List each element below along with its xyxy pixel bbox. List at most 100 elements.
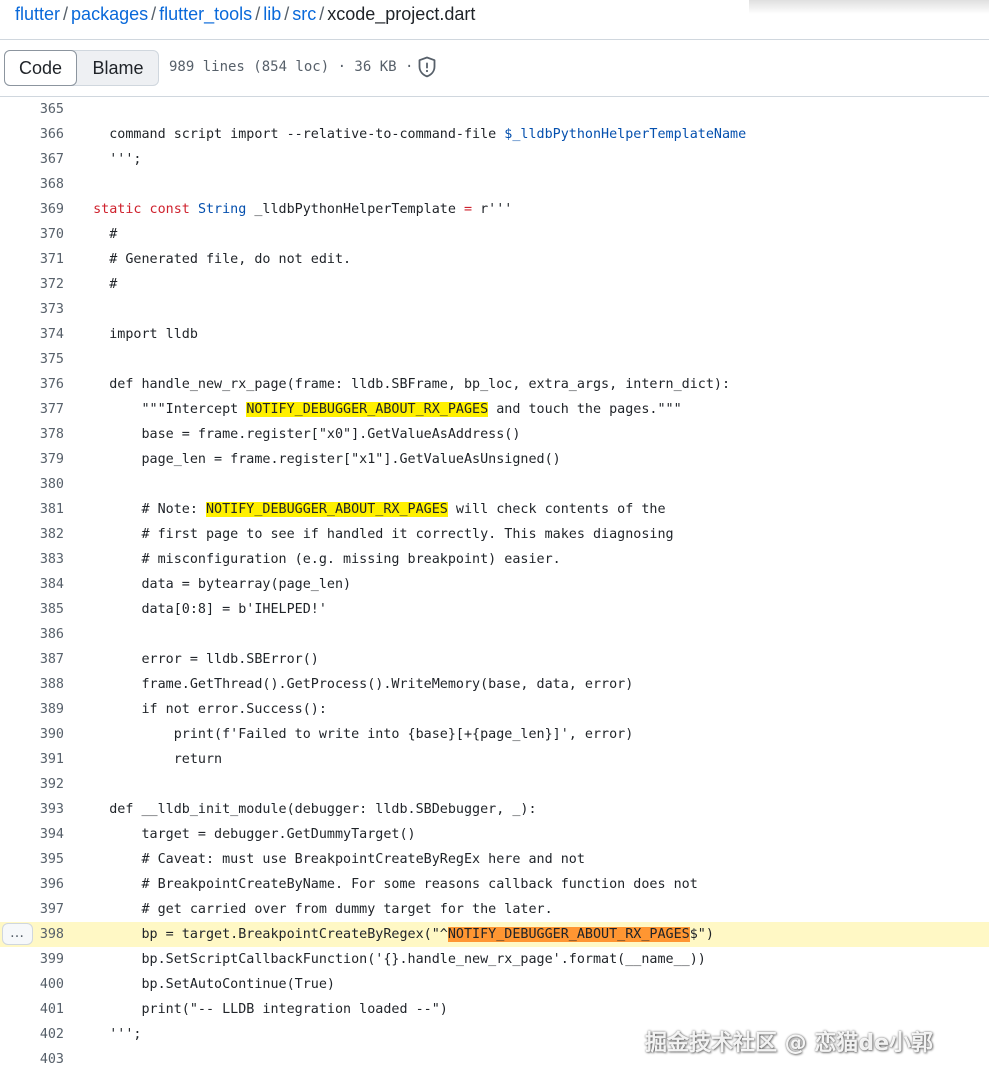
code-text: data = bytearray(page_len) [77,577,352,592]
code-text: # misconfiguration (e.g. missing breakpo… [77,552,561,567]
code-text: command script import --relative-to-comm… [77,127,747,142]
line-number[interactable]: 392 [0,772,64,797]
line-number[interactable]: 370 [0,222,64,247]
code-text: static const String _lldbPythonHelperTem… [93,202,513,217]
breadcrumb-link-src[interactable]: src [292,4,316,24]
code-text: frame.GetThread().GetProcess().WriteMemo… [77,677,634,692]
breadcrumb-link-flutter[interactable]: flutter [15,4,60,24]
line-number[interactable]: 393 [0,797,64,822]
code-text: base = frame.register["x0"].GetValueAsAd… [77,427,521,442]
line-number[interactable]: 377 [0,397,64,422]
code-line: 382 # first page to see if handled it co… [0,522,989,547]
code-line: 384 data = bytearray(page_len) [0,572,989,597]
code-line: 365 [0,97,989,122]
code-line: 373 [0,297,989,322]
code-line: 389 if not error.Success(): [0,697,989,722]
line-number[interactable]: 373 [0,297,64,322]
line-number[interactable]: 366 [0,122,64,147]
code-line: 383 # misconfiguration (e.g. missing bre… [0,547,989,572]
breadcrumb-current-file: xcode_project.dart [327,4,476,24]
code-line: 387 error = lldb.SBError() [0,647,989,672]
line-number[interactable]: 374 [0,322,64,347]
code-line: 392 [0,772,989,797]
line-number[interactable]: 375 [0,347,64,372]
code-line: 367 '''; [0,147,989,172]
code-line: 391 return [0,747,989,772]
code-text: bp.SetScriptCallbackFunction('{}.handle_… [77,952,706,967]
breadcrumb-link-lib[interactable]: lib [263,4,281,24]
line-number[interactable]: 368 [0,172,64,197]
line-number[interactable]: 391 [0,747,64,772]
code-line: 396 # BreakpointCreateByName. For some r… [0,872,989,897]
line-number[interactable]: 382 [0,522,64,547]
line-number[interactable]: 384 [0,572,64,597]
line-number[interactable]: 371 [0,247,64,272]
code-line: 395 # Caveat: must use BreakpointCreateB… [0,847,989,872]
code-line: 394 target = debugger.GetDummyTarget() [0,822,989,847]
line-number[interactable]: 372 [0,272,64,297]
code-text: print(f'Failed to write into {base}[+{pa… [77,727,634,742]
line-number[interactable]: 397 [0,897,64,922]
line-number[interactable]: 385 [0,597,64,622]
blame-view-button[interactable]: Blame [77,51,159,85]
line-number[interactable]: 396 [0,872,64,897]
code-line: 388 frame.GetThread().GetProcess().Write… [0,672,989,697]
code-text: '''; [77,152,142,167]
code-view-button[interactable]: Code [4,50,77,86]
code-text: data[0:8] = b'IHELPED!' [77,602,327,617]
line-number[interactable]: 365 [0,97,64,122]
line-number[interactable]: 403 [0,1047,64,1072]
breadcrumb-link-flutter-tools[interactable]: flutter_tools [159,4,252,24]
code-text: # get carried over from dummy target for… [77,902,553,917]
watermark: 掘金技术社区 @ 恋猫de小郭 [645,1031,933,1056]
code-view: 365 366 command script import --relative-… [0,97,989,1081]
line-number[interactable]: 402 [0,1022,64,1047]
line-number[interactable]: 401 [0,997,64,1022]
line-number[interactable]: 386 [0,622,64,647]
code-line: 390 print(f'Failed to write into {base}[… [0,722,989,747]
breadcrumb-separator: / [63,4,69,24]
code-text: target = debugger.GetDummyTarget() [77,827,416,842]
line-number[interactable]: 399 [0,947,64,972]
code-line: 375 [0,347,989,372]
code-text: # Caveat: must use BreakpointCreateByReg… [77,852,585,867]
line-number[interactable]: 378 [0,422,64,447]
line-number[interactable]: 394 [0,822,64,847]
code-line: 399 bp.SetScriptCallbackFunction('{}.han… [0,947,989,972]
line-number[interactable]: 383 [0,547,64,572]
view-mode-switch: Code Blame [4,50,159,86]
line-number[interactable]: 379 [0,447,64,472]
line-number[interactable]: 395 [0,847,64,872]
line-number[interactable]: 387 [0,647,64,672]
code-line: 372 # [0,272,989,297]
line-number[interactable]: 369 [0,197,64,222]
code-line: 377 """Intercept NOTIFY_DEBUGGER_ABOUT_R… [0,397,989,422]
code-text: def __lldb_init_module(debugger: lldb.SB… [77,802,537,817]
code-text: return [77,752,223,767]
code-line: 397 # get carried over from dummy target… [0,897,989,922]
code-text: bp.SetAutoContinue(True) [77,977,335,992]
code-text: # Note: NOTIFY_DEBUGGER_ABOUT_RX_PAGES w… [77,502,666,517]
line-number[interactable]: 388 [0,672,64,697]
line-number[interactable]: 400 [0,972,64,997]
code-line: 371 # Generated file, do not edit. [0,247,989,272]
code-text: error = lldb.SBError() [77,652,319,667]
breadcrumb-link-packages[interactable]: packages [71,4,148,24]
line-number[interactable]: 398 [0,922,64,947]
code-line: 378 base = frame.register["x0"].GetValue… [0,422,989,447]
shield-icon[interactable] [417,56,437,78]
breadcrumb-separator: / [255,4,261,24]
line-number[interactable]: 390 [0,722,64,747]
line-number[interactable]: 376 [0,372,64,397]
line-number[interactable]: 367 [0,147,64,172]
code-text: # [77,227,118,242]
code-line: 400 bp.SetAutoContinue(True) [0,972,989,997]
line-number[interactable]: 380 [0,472,64,497]
breadcrumb-separator: / [319,4,325,24]
line-number[interactable]: 389 [0,697,64,722]
code-line: 374 import lldb [0,322,989,347]
line-number[interactable]: 381 [0,497,64,522]
code-text: # BreakpointCreateByName. For some reaso… [77,877,698,892]
file-info: 989 lines (854 loc) · 36 KB · [169,59,414,75]
code-line: 376 def handle_new_rx_page(frame: lldb.S… [0,372,989,397]
